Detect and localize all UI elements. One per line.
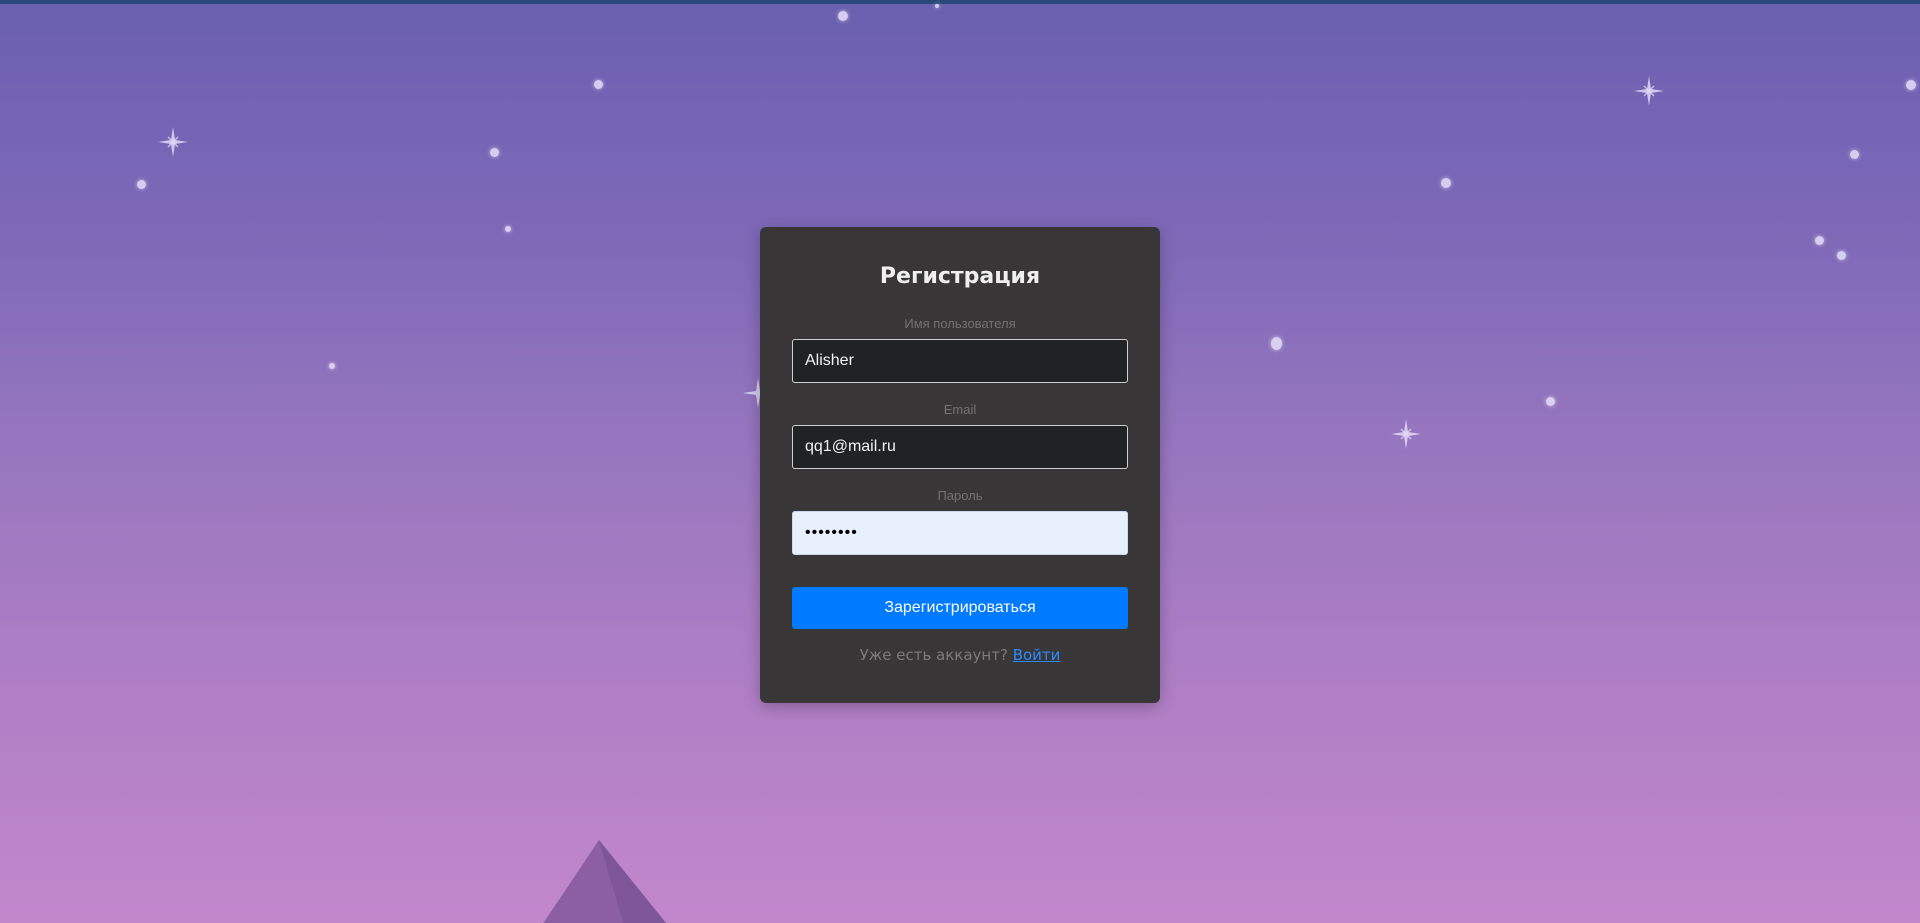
star-dot-icon	[505, 226, 511, 232]
star-dot-icon	[1850, 150, 1859, 159]
star-dot-icon	[1837, 251, 1846, 260]
star-dot-icon	[935, 4, 939, 8]
registration-card: Регистрация Имя пользователя Email Парол…	[760, 227, 1160, 703]
star-dot-icon	[1906, 80, 1916, 90]
mountain-peak-icon	[543, 840, 666, 923]
sparkle-star-icon	[1634, 76, 1664, 106]
email-group: Email	[792, 401, 1128, 469]
star-dot-icon	[329, 363, 335, 369]
email-label: Email	[943, 402, 977, 417]
password-label: Пароль	[937, 488, 983, 503]
password-input[interactable]	[792, 511, 1128, 555]
form-title: Регистрация	[879, 264, 1041, 289]
email-input[interactable]	[792, 425, 1128, 469]
username-label: Имя пользователя	[904, 316, 1016, 331]
registration-page: Регистрация Имя пользователя Email Парол…	[0, 0, 1920, 923]
star-dot-icon	[1441, 178, 1451, 188]
star-dot-icon	[594, 80, 603, 89]
star-dot-icon	[1546, 397, 1555, 406]
have-account-text: Уже есть аккаунт?	[859, 646, 1008, 664]
username-group: Имя пользователя	[792, 315, 1128, 383]
login-prompt: Уже есть аккаунт? Войти	[792, 645, 1128, 665]
star-dot-icon	[490, 148, 499, 157]
username-input[interactable]	[792, 339, 1128, 383]
login-link[interactable]: Войти	[1013, 646, 1061, 664]
star-dot-icon	[838, 11, 848, 21]
password-group: Пароль	[792, 487, 1128, 555]
top-strip	[0, 0, 1920, 4]
register-button[interactable]: Зарегистрироваться	[792, 587, 1128, 629]
sparkle-star-icon	[1391, 419, 1421, 449]
star-dot-icon	[137, 180, 146, 189]
sparkle-star-icon	[158, 127, 188, 157]
star-dot-icon	[1271, 337, 1282, 350]
star-dot-icon	[1815, 236, 1824, 245]
